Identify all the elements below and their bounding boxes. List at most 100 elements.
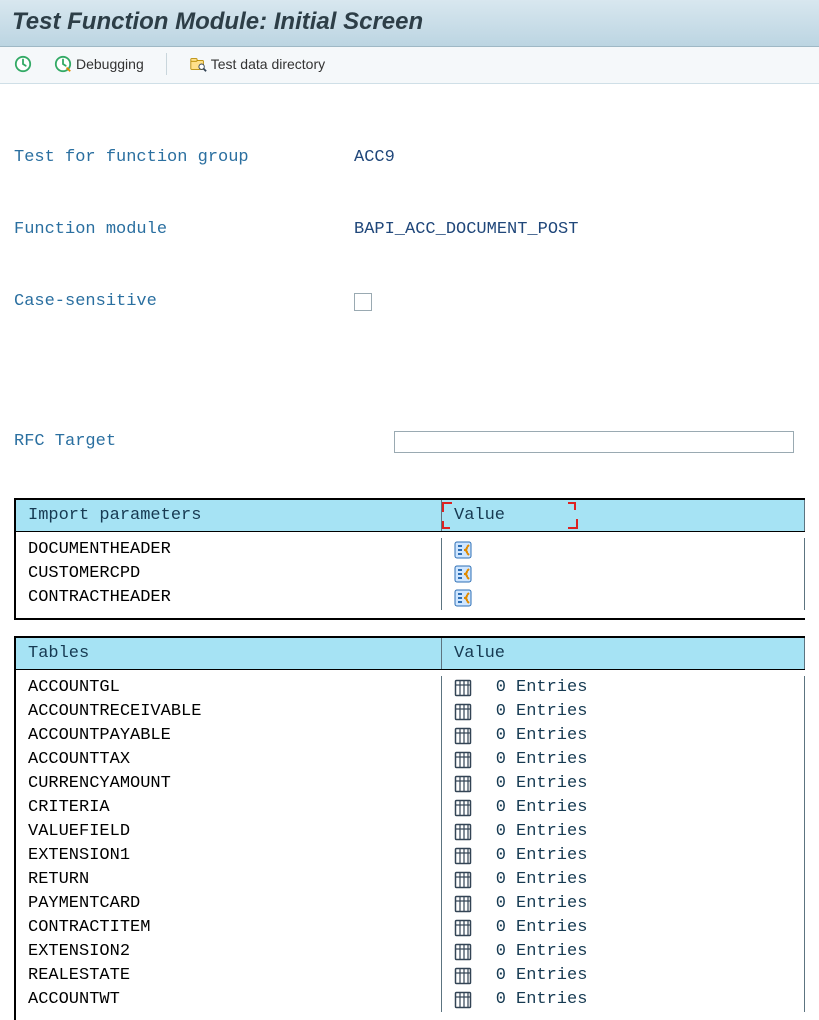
entries-count: 0 xyxy=(482,700,506,724)
table-row: ACCOUNTWT0Entries xyxy=(16,988,805,1012)
rfc-target-label: RFC Target xyxy=(14,430,394,454)
structure-icon[interactable] xyxy=(454,589,472,607)
table-param-name: REALESTATE xyxy=(16,964,442,988)
function-info: Test for function group ACC9 Function mo… xyxy=(0,84,819,482)
table-icon[interactable] xyxy=(454,799,472,817)
table-icon[interactable] xyxy=(454,751,472,769)
case-sensitive-label: Case-sensitive xyxy=(14,290,354,314)
table-row: CONTRACTITEM 0 Entries xyxy=(16,916,805,940)
entries-word: Entries xyxy=(516,748,587,772)
entries-word: Entries xyxy=(516,892,587,916)
entries-count: 0 xyxy=(482,892,506,916)
table-icon[interactable] xyxy=(454,871,472,889)
table-row: ACCOUNTRECEIVABLE 0 Entries xyxy=(16,700,805,724)
entries-count: 0 xyxy=(482,868,506,892)
entries-word: Entries xyxy=(516,796,587,820)
tables-header-value: Value xyxy=(442,638,805,669)
table-param-name: CRITERIA xyxy=(16,796,442,820)
entries-word: Entries xyxy=(516,820,587,844)
entries-count: 0 xyxy=(482,820,506,844)
table-row: ACCOUNTGL 0 Entries xyxy=(16,676,805,700)
table-row: RETURN 0 Entries xyxy=(16,868,805,892)
table-icon[interactable] xyxy=(454,895,472,913)
entries-word: Entries xyxy=(516,916,587,940)
test-data-directory-button[interactable]: Test data directory xyxy=(185,53,329,75)
entries-count: 0 xyxy=(482,844,506,868)
table-param-name: EXTENSION2 xyxy=(16,940,442,964)
tables-table: Tables Value ACCOUNTGL0EntriesACCOUNTREC… xyxy=(14,636,805,1020)
function-module-label: Function module xyxy=(14,218,354,242)
table-icon[interactable] xyxy=(454,679,472,697)
table-row: VALUEFIELD 0 Entries xyxy=(16,820,805,844)
entries-word: Entries xyxy=(516,772,587,796)
table-param-name: CONTRACTITEM xyxy=(16,916,442,940)
table-icon[interactable] xyxy=(454,919,472,937)
table-icon[interactable] xyxy=(454,967,472,985)
table-icon[interactable] xyxy=(454,703,472,721)
table-param-name: EXTENSION1 xyxy=(16,844,442,868)
structure-icon[interactable] xyxy=(454,565,472,583)
table-param-name: ACCOUNTRECEIVABLE xyxy=(16,700,442,724)
table-icon[interactable] xyxy=(454,847,472,865)
table-row: EXTENSION1 0 Entries xyxy=(16,844,805,868)
table-icon[interactable] xyxy=(454,775,472,793)
function-group-value: ACC9 xyxy=(354,146,395,170)
execute-button[interactable] xyxy=(10,53,36,75)
structure-icon[interactable] xyxy=(454,541,472,559)
table-row: CURRENCYAMOUNT 0 Entries xyxy=(16,772,805,796)
table-row: CRITERIA 0 Entries xyxy=(16,796,805,820)
import-parameters-table: Import parameters Value .focus-cell::aft… xyxy=(14,498,805,620)
entries-count: 0 xyxy=(482,796,506,820)
clock-debug-icon xyxy=(54,55,72,73)
rfc-target-input[interactable] xyxy=(394,431,794,453)
title-bar: Test Function Module: Initial Screen xyxy=(0,0,819,47)
import-row: DOCUMENTHEADER xyxy=(16,538,805,562)
table-param-name: ACCOUNTGL xyxy=(16,676,442,700)
entries-word: Entries xyxy=(516,724,587,748)
entries-word: Entries xyxy=(516,700,587,724)
import-row: CONTRACTHEADER xyxy=(16,586,805,610)
table-row: PAYMENTCARD 0 Entries xyxy=(16,892,805,916)
import-param-name: CUSTOMERCPD xyxy=(16,562,442,586)
function-group-label: Test for function group xyxy=(14,146,354,170)
entries-word: Entries xyxy=(516,868,587,892)
page-title: Test Function Module: Initial Screen xyxy=(12,8,807,36)
import-param-name: DOCUMENTHEADER xyxy=(16,538,442,562)
clock-run-icon xyxy=(14,55,32,73)
table-row: REALESTATE0Entries xyxy=(16,964,805,988)
test-data-directory-label: Test data directory xyxy=(211,56,325,72)
folder-search-icon xyxy=(189,55,207,73)
entries-count: 0 xyxy=(482,676,506,700)
entries-word: Entries xyxy=(516,940,587,964)
entries-word: Entries xyxy=(516,964,587,988)
import-header-value: Value .focus-cell::after{ right:auto; le… xyxy=(442,500,805,531)
entries-count: 0 xyxy=(482,748,506,772)
entries-count: 0 xyxy=(482,940,506,964)
table-icon[interactable] xyxy=(454,943,472,961)
case-sensitive-checkbox[interactable] xyxy=(354,293,372,311)
table-param-name: VALUEFIELD xyxy=(16,820,442,844)
table-row: ACCOUNTTAX 0 Entries xyxy=(16,748,805,772)
table-param-name: RETURN xyxy=(16,868,442,892)
debugging-button[interactable]: Debugging xyxy=(50,53,148,75)
entries-word: Entries xyxy=(516,844,587,868)
entries-word: Entries xyxy=(516,676,587,700)
table-param-name: CURRENCYAMOUNT xyxy=(16,772,442,796)
entries-count: 0 xyxy=(482,772,506,796)
debugging-label: Debugging xyxy=(76,56,144,72)
entries-count: 0 xyxy=(482,988,506,1012)
tables-header-name: Tables xyxy=(16,638,442,669)
entries-count: 0 xyxy=(482,724,506,748)
entries-word: Entries xyxy=(516,988,587,1012)
import-header-name: Import parameters xyxy=(16,500,442,531)
table-icon[interactable] xyxy=(454,727,472,745)
import-row: CUSTOMERCPD xyxy=(16,562,805,586)
import-param-name: CONTRACTHEADER xyxy=(16,586,442,610)
table-icon[interactable] xyxy=(454,991,472,1009)
function-module-value: BAPI_ACC_DOCUMENT_POST xyxy=(354,218,578,242)
toolbar-separator xyxy=(166,53,167,75)
table-param-name: ACCOUNTTAX xyxy=(16,748,442,772)
table-icon[interactable] xyxy=(454,823,472,841)
entries-count: 0 xyxy=(482,916,506,940)
table-param-name: PAYMENTCARD xyxy=(16,892,442,916)
